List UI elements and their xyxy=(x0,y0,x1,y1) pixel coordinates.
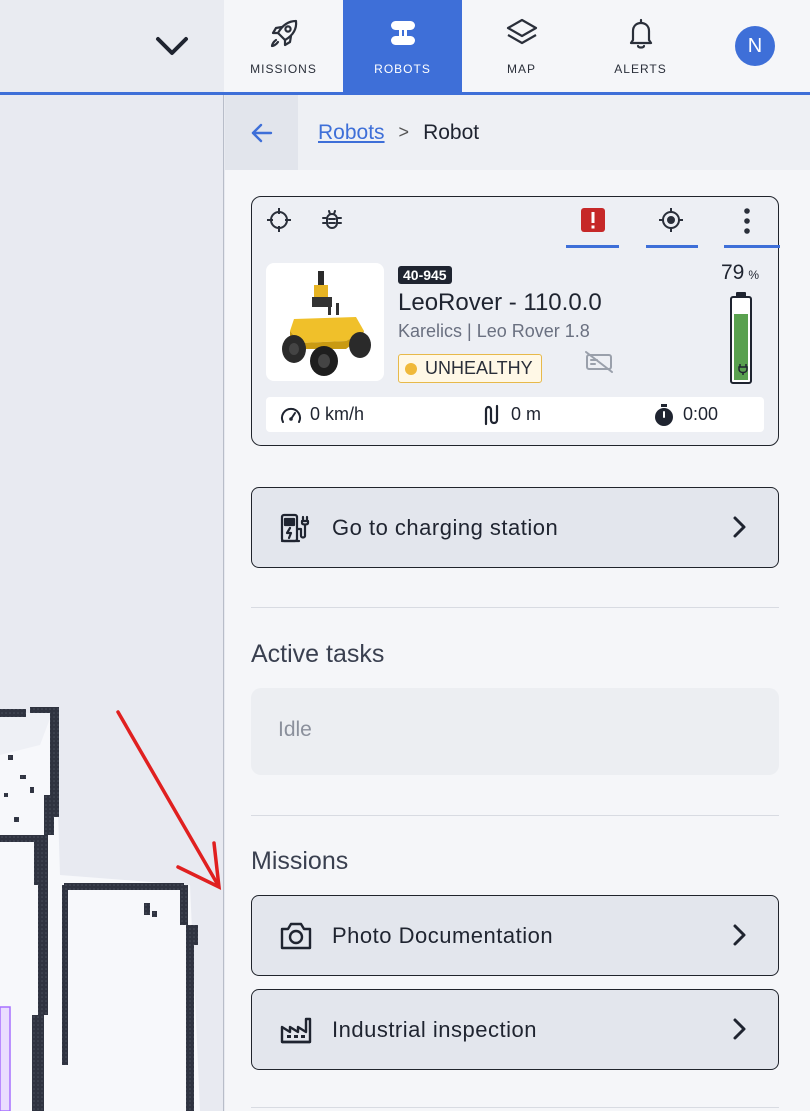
bell-icon xyxy=(629,18,652,49)
chevron-right-icon xyxy=(733,516,746,538)
tab-alerts[interactable]: ALERTS xyxy=(581,0,700,92)
camera-icon xyxy=(276,916,316,956)
tab-missions-label: MISSIONS xyxy=(250,62,317,76)
back-button[interactable] xyxy=(225,95,298,170)
robot-id-badge: 40-945 xyxy=(398,266,452,284)
status-badge-label: UNHEALTHY xyxy=(425,358,533,378)
active-tasks-title: Active tasks xyxy=(251,640,385,668)
bug-icon[interactable] xyxy=(319,207,345,233)
map-canvas xyxy=(0,707,222,1111)
breadcrumb-current: Robot xyxy=(423,120,480,144)
tab-alerts-label: ALERTS xyxy=(614,62,667,76)
mission-industrial-inspection-button[interactable]: Industrial inspection xyxy=(251,989,779,1070)
robot-stats: 0 km/h 0 m 0:00 xyxy=(266,397,764,432)
go-to-charging-label: Go to charging station xyxy=(332,514,559,540)
tab-robots-label: ROBOTS xyxy=(374,62,431,76)
avatar[interactable]: N xyxy=(735,26,775,66)
divider xyxy=(251,815,779,816)
mission-label: Industrial inspection xyxy=(332,1016,537,1042)
route-icon xyxy=(484,404,499,425)
status-badge: UNHEALTHY xyxy=(398,354,542,383)
charging-station-icon xyxy=(276,508,316,548)
chevron-right-icon xyxy=(733,1018,746,1040)
alert-tab-indicator xyxy=(566,245,619,248)
speedometer-icon xyxy=(281,407,301,423)
locate-tab-indicator xyxy=(646,245,698,248)
layers-icon xyxy=(506,18,537,45)
divider xyxy=(251,1107,779,1108)
active-tasks-status: Idle xyxy=(278,718,312,741)
map-view[interactable] xyxy=(0,95,224,1111)
duration-value: 0:00 xyxy=(683,404,719,424)
alert-icon[interactable] xyxy=(580,207,606,233)
more-vert-icon[interactable] xyxy=(742,207,752,235)
locate-icon[interactable] xyxy=(658,207,684,233)
main-nav: MISSIONS ROBOTS MAP ALERTS N xyxy=(224,0,810,92)
battery-unit: % xyxy=(748,268,760,282)
robot-detail-panel: Robots > Robot 40-945 LeoRover - 110.0.0… xyxy=(225,95,810,1111)
battery-gauge xyxy=(730,296,752,384)
mission-photo-documentation-button[interactable]: Photo Documentation xyxy=(251,895,779,976)
missions-title: Missions xyxy=(251,847,349,875)
plug-icon xyxy=(738,364,748,375)
tab-missions[interactable]: MISSIONS xyxy=(224,0,343,92)
breadcrumb-robots-link[interactable]: Robots xyxy=(318,121,385,145)
chevron-right-icon xyxy=(733,924,746,946)
health-dot-icon xyxy=(405,362,417,375)
robot-name: LeoRover - 110.0.0 xyxy=(398,289,602,316)
robot-card: 40-945 LeoRover - 110.0.0 Karelics | Leo… xyxy=(251,196,780,446)
breadcrumb: Robots > Robot xyxy=(225,95,810,170)
divider xyxy=(251,607,779,608)
speed-value: 0 km/h xyxy=(310,404,365,424)
distance-value: 0 m xyxy=(511,404,542,424)
rocket-icon xyxy=(270,19,297,48)
factory-icon xyxy=(276,1010,316,1050)
mission-label: Photo Documentation xyxy=(332,922,554,948)
chevron-down-icon[interactable] xyxy=(150,26,194,66)
robot-model: Karelics | Leo Rover 1.8 xyxy=(398,321,590,341)
stopwatch-icon xyxy=(655,403,673,426)
top-bar: MISSIONS ROBOTS MAP ALERTS N xyxy=(0,0,810,95)
tab-map-label: MAP xyxy=(506,62,536,76)
arrow-left-icon xyxy=(251,123,272,142)
robot-icon xyxy=(390,21,415,45)
active-tasks-box: Idle xyxy=(251,688,779,775)
more-tab-indicator xyxy=(724,245,780,248)
breadcrumb-separator: > xyxy=(398,122,410,142)
robot-image xyxy=(266,263,384,381)
tab-robots[interactable]: ROBOTS xyxy=(343,0,462,92)
crosshair-icon[interactable] xyxy=(266,207,292,233)
battery-percent: 79 xyxy=(721,261,745,284)
go-to-charging-button[interactable]: Go to charging station xyxy=(251,487,779,568)
tab-map[interactable]: MAP xyxy=(462,0,581,92)
battery-fill xyxy=(734,313,748,380)
annotation-arrow-icon xyxy=(116,710,222,890)
no-sd-card-icon xyxy=(584,350,614,379)
